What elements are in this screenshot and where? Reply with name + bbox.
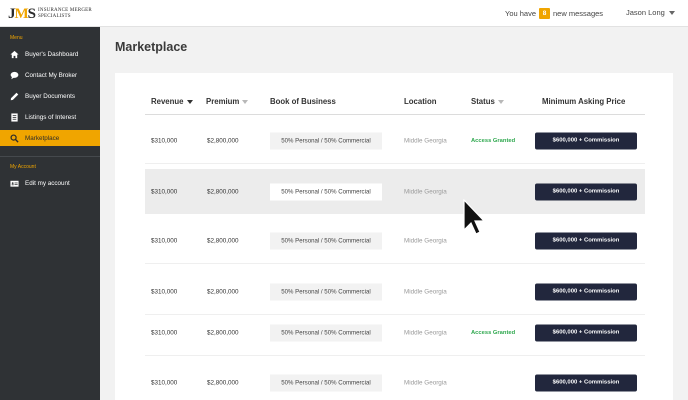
messages-suffix: new messages	[553, 9, 604, 18]
status-badge: Access Granted	[471, 138, 516, 144]
column-header-revenue[interactable]: Revenue	[151, 97, 193, 106]
column-header-label: Book of Business	[270, 97, 336, 106]
sidebar-item-buyer-documents[interactable]: Buyer Documents	[0, 88, 100, 104]
premium-cell: $2,800,000	[207, 288, 239, 296]
revenue-cell: $310,000	[151, 237, 178, 245]
revenue-cell: $310,000	[151, 288, 178, 296]
book-of-business-chip: 50% Personal / 50% Commercial	[270, 183, 382, 200]
sort-icon	[242, 99, 249, 104]
sidebar-item-listings-of-interest[interactable]: Listings of Interest	[0, 109, 100, 125]
marketplace-card: Revenue Premium Book of Business Locatio…	[115, 73, 673, 400]
column-header-premium[interactable]: Premium	[206, 97, 249, 106]
page-title: Marketplace	[115, 40, 188, 54]
sidebar-item-edit-account[interactable]: Edit my account	[0, 175, 100, 191]
sidebar-item-label: Edit my account	[25, 179, 70, 187]
location-cell: Middle Georgia	[404, 237, 447, 245]
logo-text: INSURANCE MERGER SPECIALISTS	[38, 8, 92, 20]
revenue-cell: $310,000	[151, 188, 178, 195]
asking-price-button[interactable]: $600,000 + Commission	[535, 283, 637, 301]
chat-bubble-icon	[10, 71, 19, 80]
table-row[interactable]: $310,000 $2,800,000 50% Personal / 50% C…	[145, 361, 645, 400]
user-name: Jason Long	[626, 8, 665, 17]
revenue-cell: $310,000	[151, 329, 178, 337]
revenue-cell: $310,000	[151, 379, 178, 387]
premium-cell: $2,800,000	[207, 329, 239, 337]
home-icon	[10, 50, 19, 59]
search-icon	[10, 133, 19, 143]
column-header-location: Location	[404, 97, 437, 106]
table-row[interactable]: $310,000 $2,800,000 50% Personal / 50% C…	[145, 119, 645, 164]
logo-text-line2: SPECIALISTS	[38, 14, 71, 19]
sort-desc-icon	[186, 99, 193, 104]
sidebar-item-contact-broker[interactable]: Contact My Broker	[0, 67, 100, 83]
logo[interactable]: JMS INSURANCE MERGER SPECIALISTS	[8, 5, 92, 23]
column-header-label: Premium	[206, 97, 240, 106]
id-card-icon	[10, 179, 19, 188]
sidebar-account-label: My Account	[10, 164, 36, 170]
messages-count-badge[interactable]: 8	[539, 8, 551, 19]
table-row[interactable]: $310,000 $2,800,000 50% Personal / 50% C…	[145, 270, 645, 315]
user-menu[interactable]: Jason Long	[626, 8, 675, 17]
book-of-business-chip: 50% Personal / 50% Commercial	[270, 132, 382, 150]
sidebar-item-label: Marketplace	[25, 134, 60, 142]
asking-price-button[interactable]: $600,000 + Commission	[535, 324, 637, 342]
column-header-price: Minimum Asking Price	[542, 97, 625, 106]
premium-cell: $2,800,000	[207, 237, 239, 245]
column-header-label: Location	[404, 97, 437, 106]
book-of-business-chip: 50% Personal / 50% Commercial	[270, 232, 382, 250]
messages-notice[interactable]: You have 8 new messages	[505, 8, 603, 19]
sidebar: Menu Buyer's Dashboard Contact My Broker…	[0, 27, 100, 400]
table-row[interactable]: $310,000 $2,800,000 50% Personal / 50% C…	[145, 169, 645, 214]
table-header: Revenue Premium Book of Business Locatio…	[145, 89, 645, 115]
table-row[interactable]: $310,000 $2,800,000 50% Personal / 50% C…	[145, 311, 645, 356]
document-list-icon	[10, 112, 19, 122]
book-of-business-chip: 50% Personal / 50% Commercial	[270, 283, 382, 301]
pencil-icon	[10, 92, 19, 101]
premium-cell: $2,800,000	[207, 137, 239, 145]
column-header-label: Minimum Asking Price	[542, 97, 626, 106]
column-header-label: Status	[471, 97, 495, 106]
premium-cell: $2,800,000	[207, 379, 239, 387]
sidebar-item-label: Contact My Broker	[25, 71, 78, 79]
sidebar-item-label: Buyer's Dashboard	[25, 50, 79, 58]
location-cell: Middle Georgia	[404, 379, 447, 387]
location-cell: Middle Georgia	[404, 329, 447, 337]
revenue-cell: $310,000	[151, 137, 178, 145]
location-cell: Middle Georgia	[404, 288, 447, 296]
book-of-business-chip: 50% Personal / 50% Commercial	[270, 324, 382, 342]
premium-cell: $2,800,000	[207, 188, 239, 195]
asking-price-button[interactable]: $600,000 + Commission	[535, 374, 637, 392]
sort-icon	[497, 99, 504, 104]
logo-text-line1: INSURANCE MERGER	[38, 8, 92, 13]
book-of-business-chip: 50% Personal / 50% Commercial	[270, 374, 382, 392]
table-row[interactable]: $310,000 $2,800,000 50% Personal / 50% C…	[145, 219, 645, 264]
top-header: JMS INSURANCE MERGER SPECIALISTS You hav…	[0, 0, 688, 27]
mouse-cursor-icon	[463, 199, 486, 235]
asking-price-button[interactable]: $600,000 + Commission	[535, 232, 637, 250]
sidebar-item-label: Listings of Interest	[25, 113, 77, 121]
sidebar-divider	[0, 156, 100, 157]
asking-price-button[interactable]: $600,000 + Commission	[535, 183, 637, 200]
location-cell: Middle Georgia	[404, 188, 447, 195]
chevron-down-icon	[668, 10, 675, 15]
sidebar-item-marketplace[interactable]: Marketplace	[0, 130, 100, 146]
messages-prefix: You have	[505, 9, 537, 18]
column-header-book: Book of Business	[270, 97, 336, 106]
sidebar-item-buyers-dashboard[interactable]: Buyer's Dashboard	[0, 46, 100, 62]
asking-price-button[interactable]: $600,000 + Commission	[535, 132, 637, 150]
sidebar-menu-label: Menu	[10, 35, 23, 41]
status-badge: Access Granted	[471, 330, 516, 336]
sidebar-item-label: Buyer Documents	[25, 92, 76, 100]
location-cell: Middle Georgia	[404, 137, 447, 145]
column-header-status[interactable]: Status	[471, 97, 504, 106]
logo-mark: JMS	[8, 5, 36, 22]
column-header-label: Revenue	[151, 97, 184, 106]
